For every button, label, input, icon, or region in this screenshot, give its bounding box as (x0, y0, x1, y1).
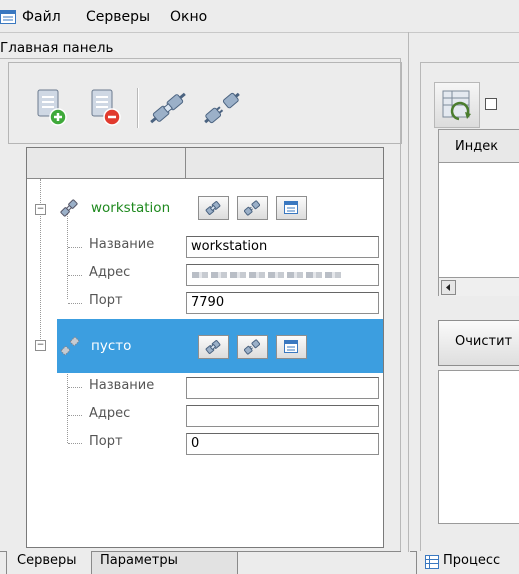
node-details-button[interactable] (276, 335, 307, 359)
tree-hline (68, 275, 82, 276)
tab-parameters-label: Параметры (100, 553, 178, 568)
splitter[interactable] (408, 32, 409, 552)
remove-server-icon (91, 89, 121, 126)
window-list-icon (284, 201, 298, 214)
tab-servers[interactable]: Серверы (6, 551, 92, 574)
tab-parameters[interactable]: Параметры (92, 552, 238, 574)
menu-file[interactable]: Файл (22, 9, 61, 25)
app-icon (0, 10, 16, 24)
tree-header (27, 148, 383, 179)
tree-branch-line (67, 211, 68, 299)
prop-label-address: Адрес (89, 265, 131, 280)
port-field[interactable]: 7790 (186, 292, 379, 314)
tree-hline (68, 247, 82, 248)
menubar: Файл Серверы Окно (0, 0, 519, 32)
menu-window[interactable]: Окно (170, 9, 207, 25)
menu-servers[interactable]: Серверы (86, 9, 150, 25)
prop-label-name: Название (89, 237, 155, 252)
panel-title: Главная панель (0, 40, 114, 56)
connected-server-icon (59, 198, 79, 218)
collapse-toggle[interactable]: − (35, 340, 46, 351)
process-table[interactable]: Индек (438, 129, 519, 296)
tree-hline (68, 443, 82, 444)
remove-server-button[interactable] (82, 86, 126, 130)
tree-branch-line (67, 363, 68, 443)
disconnect-icon (244, 339, 260, 355)
panel-right-border (400, 58, 401, 552)
connect-button[interactable] (146, 86, 190, 130)
tab-servers-label: Серверы (17, 553, 77, 568)
node-details-button[interactable] (276, 196, 307, 220)
node-disconnect-button[interactable] (237, 196, 268, 220)
connect-icon (205, 340, 221, 354)
port-field[interactable]: 0 (186, 433, 379, 455)
refresh-table-icon (442, 90, 471, 121)
disconnect-icon (244, 200, 260, 216)
tree-column-separator[interactable] (185, 148, 186, 178)
checkbox[interactable] (485, 98, 497, 110)
horizontal-scrollbar[interactable] (439, 277, 519, 296)
server-node-empty[interactable]: пусто (91, 338, 131, 354)
log-output[interactable] (438, 370, 519, 524)
scroll-left-button[interactable] (441, 280, 456, 295)
server-node-workstation[interactable]: workstation (91, 200, 170, 216)
node-connect-button[interactable] (198, 196, 229, 220)
name-field[interactable] (186, 377, 379, 399)
node-connect-button[interactable] (198, 335, 229, 359)
connect-icon (150, 92, 186, 124)
refresh-button[interactable] (434, 82, 480, 128)
clear-button[interactable]: Очистит (438, 320, 519, 366)
title-divider (0, 58, 401, 59)
right-title-line (420, 62, 519, 63)
clear-button-label: Очистит (455, 334, 513, 349)
server-tree[interactable]: − workstation Название workstation Адрес… (26, 147, 384, 548)
tab-processes[interactable]: Процесс (416, 551, 519, 574)
address-field[interactable] (186, 405, 379, 427)
address-obscured (192, 272, 342, 278)
name-field[interactable]: workstation (186, 236, 379, 258)
disconnect-icon (204, 92, 240, 124)
disconnect-button[interactable] (200, 86, 244, 130)
add-server-button[interactable] (28, 86, 72, 130)
tree-hline (68, 415, 82, 416)
prop-label-address: Адрес (89, 406, 131, 421)
table-header: Индек (439, 130, 519, 163)
node-disconnect-button[interactable] (237, 335, 268, 359)
collapse-toggle[interactable]: − (35, 204, 46, 215)
arrow-left-icon (446, 284, 450, 291)
right-panel-border (420, 62, 421, 552)
connect-icon (205, 201, 221, 215)
tree-hline (68, 303, 82, 304)
column-header-index[interactable]: Индек (455, 139, 498, 154)
prop-label-name: Название (89, 378, 155, 393)
add-server-icon (37, 89, 67, 126)
disconnected-server-icon (60, 336, 80, 356)
window-list-icon (284, 340, 298, 353)
table-icon (425, 555, 439, 569)
tree-hline (68, 387, 82, 388)
prop-label-port: Порт (89, 434, 123, 449)
toolbar-separator (137, 88, 139, 128)
prop-label-port: Порт (89, 293, 123, 308)
menubar-divider (0, 32, 519, 33)
tab-processes-label: Процесс (443, 553, 501, 568)
